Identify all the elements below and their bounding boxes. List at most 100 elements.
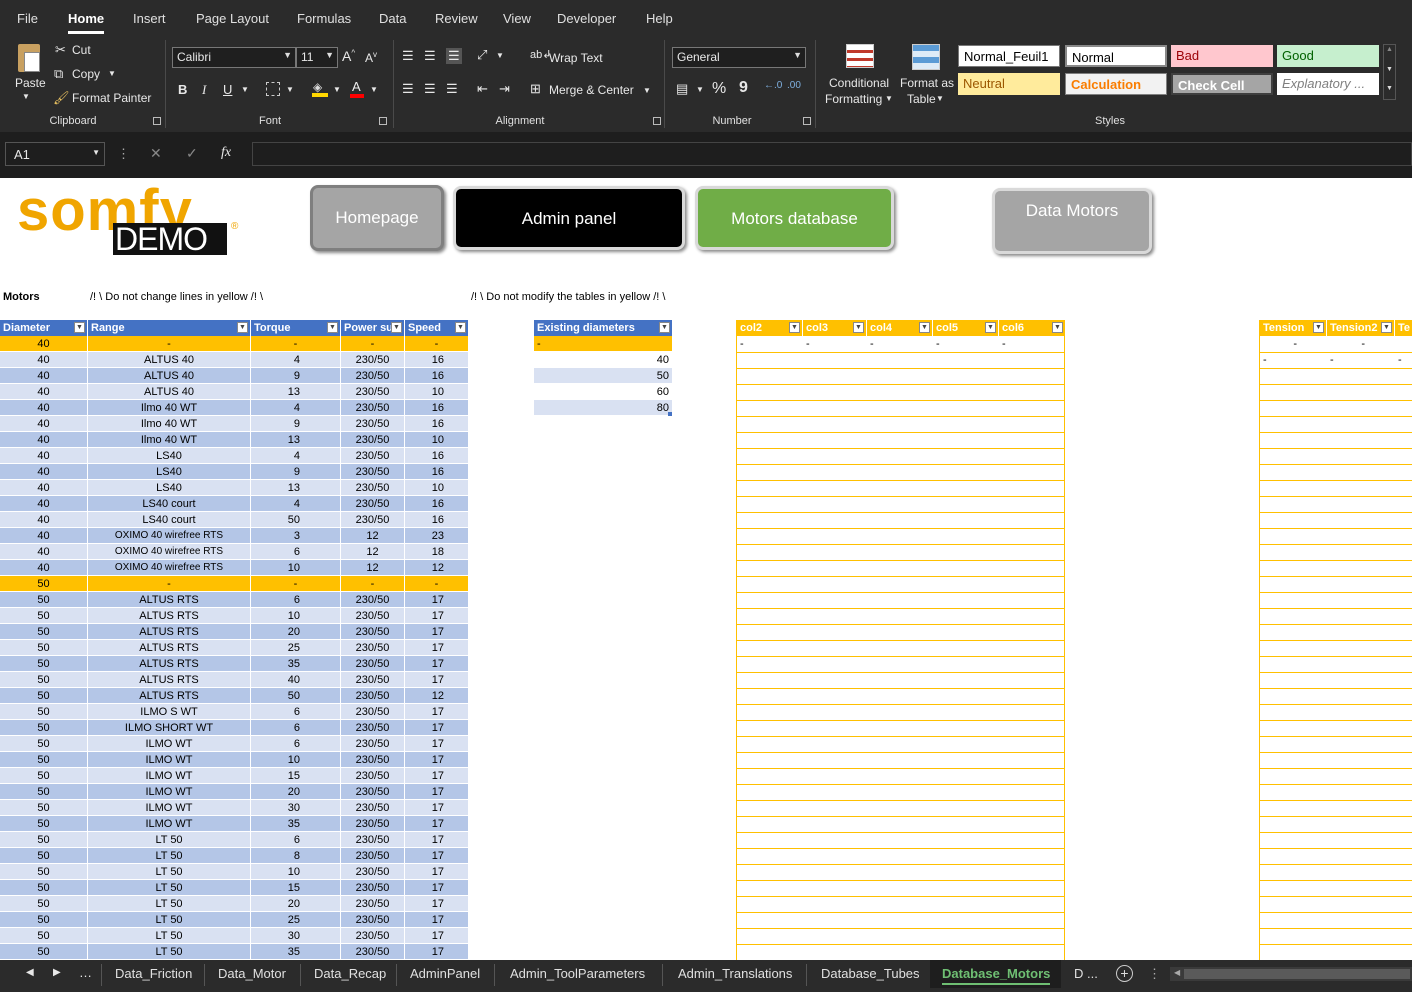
style-good[interactable]: Good [1277, 45, 1379, 67]
table-cell[interactable]: 230/50 [341, 656, 405, 672]
table-cell[interactable]: ALTUS RTS [88, 640, 251, 656]
table-cell[interactable]: 10 [405, 384, 469, 400]
scroll-left-icon[interactable]: ◀ [1174, 968, 1180, 977]
underline-dropdown-icon[interactable]: ▼ [241, 85, 249, 94]
table-cell[interactable]: OXIMO 40 wirefree RTS [88, 528, 251, 544]
table-cell[interactable]: 16 [405, 368, 469, 384]
table-cell[interactable]: ILMO WT [88, 752, 251, 768]
more-tabs-icon[interactable]: … [79, 965, 92, 980]
menu-file[interactable]: File [17, 11, 38, 26]
table-cell[interactable]: 35 [251, 944, 341, 960]
tab-admin-translations[interactable]: Admin_Translations [678, 966, 792, 981]
table-cell[interactable]: ILMO WT [88, 736, 251, 752]
add-sheet-icon[interactable]: + [1116, 965, 1133, 982]
table-cell[interactable]: 230/50 [341, 592, 405, 608]
table-cell[interactable]: 230/50 [341, 912, 405, 928]
cut-button[interactable]: Cut [72, 43, 91, 57]
table-cell[interactable]: 230/50 [341, 784, 405, 800]
orientation-dropdown-icon[interactable]: ▼ [496, 51, 504, 60]
style-normal[interactable]: Normal [1065, 45, 1167, 67]
table-cell[interactable]: 230/50 [341, 768, 405, 784]
table-cell[interactable]: OXIMO 40 wirefree RTS [88, 544, 251, 560]
table-cell[interactable]: 230/50 [341, 480, 405, 496]
table-cell[interactable]: 50 [251, 688, 341, 704]
table-cell[interactable]: 40 [0, 544, 88, 560]
style-check-cell[interactable]: Check Cell [1171, 73, 1273, 95]
copy-icon[interactable]: ⧉ [54, 66, 63, 82]
table-cell[interactable]: 50 [0, 576, 88, 592]
table-cell[interactable]: 40 [0, 416, 88, 432]
filter-dropdown-icon[interactable]: ▼ [391, 322, 402, 333]
table-cell[interactable]: 17 [405, 864, 469, 880]
table-cell[interactable]: 40 [0, 352, 88, 368]
table-cell[interactable]: 17 [405, 736, 469, 752]
table-cell[interactable]: 17 [405, 816, 469, 832]
table-cell[interactable]: 230/50 [341, 368, 405, 384]
table-cell[interactable]: 17 [405, 832, 469, 848]
more-styles-icon[interactable]: ▼ [1386, 85, 1393, 92]
table-cell[interactable]: 50 [251, 512, 341, 528]
table-cell[interactable]: - [88, 336, 251, 352]
chevron-down-icon[interactable]: ▼ [885, 94, 893, 103]
table-cell[interactable]: ILMO S WT [88, 704, 251, 720]
table-cell[interactable]: 230/50 [341, 800, 405, 816]
paste-button[interactable] [14, 42, 44, 76]
table-cell[interactable]: 40 [0, 528, 88, 544]
horizontal-scrollbar[interactable]: ◀ [1170, 967, 1412, 981]
number-format-select[interactable]: General ▼ [672, 47, 806, 68]
table-cell[interactable]: 230/50 [341, 496, 405, 512]
table-cell[interactable]: 50 [0, 720, 88, 736]
wrap-text-button[interactable]: Wrap Text [549, 51, 603, 65]
filter-dropdown-icon[interactable]: ▼ [74, 322, 85, 333]
table-cell[interactable]: 10 [251, 864, 341, 880]
menu-insert[interactable]: Insert [133, 11, 166, 26]
filter-dropdown-icon[interactable]: ▼ [659, 322, 670, 333]
table-cell[interactable]: 40 [0, 336, 88, 352]
dialog-launcher-icon[interactable] [379, 117, 387, 125]
table-cell[interactable]: 17 [405, 896, 469, 912]
table-cell[interactable]: 40 [0, 480, 88, 496]
table-cell[interactable]: 40 [0, 368, 88, 384]
table-cell[interactable]: 12 [341, 544, 405, 560]
table-cell[interactable]: 16 [405, 464, 469, 480]
filter-dropdown-icon[interactable]: ▼ [455, 322, 466, 333]
table-cell[interactable]: 16 [405, 416, 469, 432]
table-cell[interactable]: 230/50 [341, 672, 405, 688]
table-cell[interactable]: 10 [405, 480, 469, 496]
menu-formulas[interactable]: Formulas [297, 11, 351, 26]
conditional-formatting-label2[interactable]: Formatting [825, 92, 882, 106]
scissors-icon[interactable]: ✂ [55, 42, 66, 58]
table-cell[interactable]: 40 [0, 496, 88, 512]
format-as-table-label[interactable]: Format as [900, 76, 954, 90]
table-cell[interactable]: 50 [0, 608, 88, 624]
table-cell[interactable]: 17 [405, 768, 469, 784]
table-cell[interactable]: 50 [0, 896, 88, 912]
table-cell[interactable]: 230/50 [341, 512, 405, 528]
table-cell[interactable]: 50 [0, 768, 88, 784]
table-cell[interactable]: LT 50 [88, 832, 251, 848]
table-cell[interactable]: 16 [405, 448, 469, 464]
table-cell[interactable]: LT 50 [88, 864, 251, 880]
decrease-decimal-icon[interactable]: .00 [787, 80, 801, 91]
table-cell[interactable]: 50 [0, 688, 88, 704]
table-cell[interactable]: 25 [251, 640, 341, 656]
table-cell[interactable]: 230/50 [341, 448, 405, 464]
table-cell[interactable]: 50 [0, 800, 88, 816]
dialog-launcher-icon[interactable] [653, 117, 661, 125]
table-cell[interactable]: 17 [405, 848, 469, 864]
table-cell[interactable]: 40 [0, 448, 88, 464]
increase-decimal-icon[interactable]: ←.0 [764, 80, 782, 91]
data-motors-button[interactable]: Data Motors [992, 188, 1152, 254]
table-cell[interactable]: 50 [0, 928, 88, 944]
font-name-select[interactable]: Calibri ▼ [172, 47, 296, 68]
table-cell[interactable]: 50 [0, 736, 88, 752]
table-cell[interactable]: 6 [251, 704, 341, 720]
tab-admin-tool-parameters[interactable]: Admin_ToolParameters [510, 966, 645, 981]
chevron-down-icon[interactable]: ▼ [22, 92, 30, 101]
table-cell[interactable]: 50 [0, 624, 88, 640]
table-cell[interactable]: 40 [0, 432, 88, 448]
table-cell[interactable]: ILMO WT [88, 784, 251, 800]
table-cell[interactable]: 50 [0, 832, 88, 848]
table-cell[interactable]: 50 [0, 848, 88, 864]
table-cell[interactable]: 16 [405, 352, 469, 368]
